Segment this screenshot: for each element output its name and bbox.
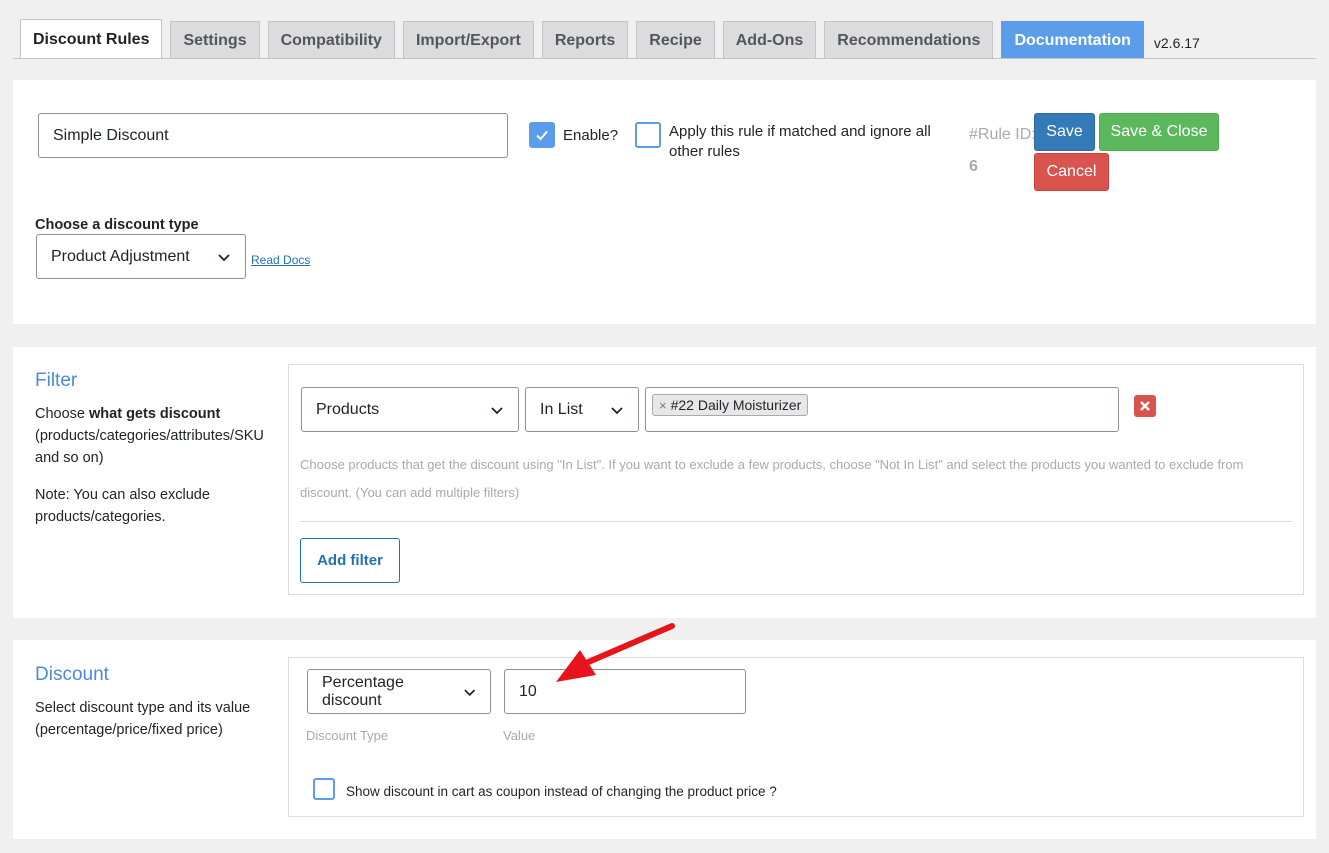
filter-operator-value: In List — [540, 400, 583, 418]
tab-add-ons[interactable]: Add-Ons — [722, 21, 817, 59]
chevron-down-icon — [463, 688, 475, 696]
discount-description: Select discount type and its value (perc… — [35, 700, 251, 738]
filter-type-value: Products — [316, 400, 380, 418]
version-label: v2.6.17 — [1153, 35, 1200, 51]
check-icon — [536, 130, 548, 141]
filter-type-select[interactable]: Products — [301, 387, 519, 432]
exclusive-rule-label: Apply this rule if matched and ignore al… — [669, 123, 931, 160]
add-filter-button[interactable]: Add filter — [300, 538, 400, 583]
exclusive-rule-checkbox[interactable] — [635, 122, 661, 148]
discount-value-caption: Value — [503, 728, 536, 743]
save-close-button[interactable]: Save & Close — [1099, 113, 1219, 151]
tab-discount-rules[interactable]: Discount Rules — [20, 19, 163, 59]
filter-desc-bold: what gets discount — [89, 406, 221, 422]
tab-recommendations[interactable]: Recommendations — [824, 21, 994, 59]
close-icon — [1140, 401, 1150, 411]
discount-type-value: Product Adjustment — [51, 247, 190, 265]
tab-documentation[interactable]: Documentation — [1001, 21, 1144, 59]
filter-help-text: Choose products that get the discount us… — [300, 457, 1244, 500]
filter-note: Note: You can also exclude products/cate… — [35, 487, 210, 525]
discount-type-selected: Percentage discount — [322, 673, 404, 709]
coupon-checkbox[interactable] — [313, 778, 335, 800]
tab-bar: Discount Rules Settings Compatibility Im… — [20, 19, 1200, 59]
discount-title: Discount — [35, 664, 109, 685]
read-docs-link[interactable]: Read Docs — [251, 253, 310, 267]
rule-id-value: 6 — [969, 158, 978, 175]
annotation-arrow-icon — [556, 623, 675, 682]
rule-name-input[interactable]: Simple Discount — [38, 113, 508, 158]
rule-id-label: #Rule ID: — [969, 126, 1036, 143]
coupon-label: Show discount in cart as coupon instead … — [346, 784, 777, 799]
enable-label: Enable? — [563, 127, 619, 144]
filter-operator-select[interactable]: In List — [525, 387, 639, 432]
discount-type-value-select[interactable]: Percentage discount — [307, 669, 491, 714]
discount-type-select[interactable]: Product Adjustment — [36, 234, 246, 279]
tab-compatibility[interactable]: Compatibility — [267, 21, 395, 59]
save-button[interactable]: Save — [1034, 113, 1095, 151]
discount-box: Percentage discount 10 Discount Type Val… — [288, 657, 1304, 817]
cancel-button[interactable]: Cancel — [1034, 153, 1109, 191]
filter-title: Filter — [35, 370, 78, 391]
remove-filter-button[interactable] — [1134, 395, 1156, 417]
filter-box: Products In List × #22 Daily Moisturizer… — [288, 364, 1304, 595]
tab-recipe[interactable]: Recipe — [636, 21, 715, 59]
filter-panel: Filter Choose what gets discount (produc… — [13, 347, 1316, 618]
remove-chip-icon[interactable]: × — [659, 398, 667, 413]
tab-import-export[interactable]: Import/Export — [402, 21, 534, 59]
chevron-down-icon — [218, 253, 230, 261]
filter-divider — [300, 521, 1292, 522]
discount-type-caption: Discount Type — [306, 728, 389, 743]
filter-desc-rest: (products/categories/attributes/SKU and … — [35, 428, 264, 466]
tab-divider — [13, 58, 1316, 59]
tab-reports[interactable]: Reports — [541, 21, 629, 59]
enable-checkbox[interactable] — [529, 122, 555, 148]
selected-product-chip: × #22 Daily Moisturizer — [652, 394, 809, 416]
chevron-down-icon — [491, 406, 503, 414]
discount-type-heading: Choose a discount type — [35, 217, 199, 233]
filter-description: Choose what gets discount (products/cate… — [35, 403, 275, 469]
filter-products-input[interactable]: × #22 Daily Moisturizer — [645, 387, 1119, 432]
rule-header-panel: Simple Discount Enable? Apply this rule … — [13, 80, 1316, 324]
selected-product-label: #22 Daily Moisturizer — [670, 397, 802, 413]
tab-settings[interactable]: Settings — [170, 21, 260, 59]
chevron-down-icon — [611, 406, 623, 414]
filter-desc-prefix: Choose — [35, 406, 90, 422]
